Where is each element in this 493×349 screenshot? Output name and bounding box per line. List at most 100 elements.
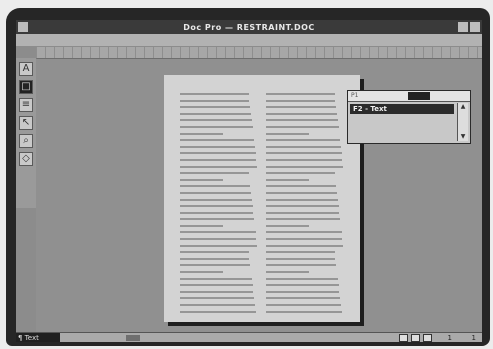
- status-bar: ¶ Text 1 1: [16, 332, 482, 342]
- palette-header: P1: [351, 92, 359, 99]
- greeked-text-line: [180, 172, 249, 175]
- greeked-text-line: [266, 264, 337, 267]
- greeked-text-line: [266, 119, 338, 122]
- greeked-text-line: [266, 284, 339, 287]
- scroll-down-icon[interactable]: ▼: [458, 133, 468, 141]
- window-title: Doc Pro — RESTRAINT.DOC: [183, 22, 315, 32]
- greeked-text-line: [266, 290, 340, 293]
- maximize-button[interactable]: [470, 22, 480, 32]
- greeked-text-line: [180, 310, 256, 313]
- greeked-text-line: [266, 238, 343, 241]
- greeked-text-line: [266, 99, 336, 102]
- greeked-text-line: [180, 264, 251, 267]
- greeked-text-line: [180, 178, 223, 181]
- greeked-text-line: [266, 145, 341, 148]
- greeked-text-line: [266, 244, 344, 247]
- monitor-bezel: Doc Pro — RESTRAINT.DOC A □ ≡ ↖ ⌕ ◇ P1 F…: [6, 8, 490, 346]
- page-next-icon[interactable]: [423, 334, 432, 342]
- greeked-text-line: [180, 244, 258, 247]
- greeked-text-line: [180, 152, 256, 155]
- pointer-tool-icon[interactable]: ↖: [19, 116, 33, 130]
- greeked-text-line: [266, 224, 309, 227]
- horizontal-ruler: [36, 47, 482, 59]
- greeked-text-line: [266, 310, 342, 313]
- menu-bar: [16, 34, 482, 46]
- greeked-text-line: [266, 106, 337, 109]
- title-bar: Doc Pro — RESTRAINT.DOC: [16, 20, 482, 34]
- greeked-text-line: [266, 165, 344, 168]
- greeked-text-line: [266, 172, 335, 175]
- palette-item-text[interactable]: F2 - Text: [350, 104, 454, 114]
- text-tool-icon[interactable]: A: [19, 62, 33, 76]
- greeked-text-line: [180, 257, 250, 260]
- frame-tool-icon[interactable]: □: [19, 80, 33, 94]
- greeked-text-line: [180, 132, 223, 135]
- greeked-text-line: [266, 257, 336, 260]
- greeked-text-line: [180, 218, 255, 221]
- greeked-text-line: [266, 152, 342, 155]
- greeked-text-line: [180, 211, 254, 214]
- greeked-text-line: [180, 304, 255, 306]
- palette-title-bar[interactable]: P1: [348, 91, 470, 102]
- greeked-text-line: [266, 211, 340, 214]
- greeked-text-line: [180, 271, 223, 274]
- text-column-left: [180, 93, 258, 317]
- greeked-text-line: [266, 125, 339, 128]
- greeked-text-line: [266, 158, 343, 161]
- greeked-text-line: [180, 191, 251, 194]
- greeked-text-line: [266, 304, 341, 306]
- status-indicator: [126, 335, 140, 341]
- style-palette: P1 F2 - Text ▲ ▼: [347, 90, 471, 144]
- greeked-text-line: [180, 158, 257, 161]
- greeked-text-line: [266, 198, 338, 201]
- greeked-text-line: [266, 205, 339, 208]
- greeked-text-line: [266, 231, 342, 234]
- greeked-text-line: [180, 284, 253, 287]
- greeked-text-line: [180, 290, 254, 293]
- greeked-text-line: [180, 205, 253, 208]
- greeked-text-line: [266, 185, 337, 188]
- greeked-text-line: [266, 277, 338, 280]
- zoom-tool-icon[interactable]: ⌕: [19, 134, 33, 148]
- greeked-text-line: [180, 93, 249, 95]
- page-total: 1: [471, 334, 476, 342]
- page-first-icon[interactable]: [399, 334, 408, 342]
- greeked-text-line: [266, 93, 335, 95]
- greeked-text-line: [266, 191, 337, 194]
- greeked-text-line: [266, 271, 309, 274]
- palette-selection-indicator: [408, 92, 430, 100]
- greeked-text-line: [266, 178, 309, 181]
- page-number: 1: [447, 334, 452, 342]
- photo-background: Doc Pro — RESTRAINT.DOC A □ ≡ ↖ ⌕ ◇ P1 F…: [0, 0, 493, 349]
- greeked-text-line: [266, 112, 337, 115]
- greeked-text-line: [180, 119, 252, 122]
- greeked-text-line: [180, 106, 251, 109]
- minimize-button[interactable]: [458, 22, 468, 32]
- page-prev-icon[interactable]: [411, 334, 420, 342]
- system-menu-button[interactable]: [18, 22, 28, 32]
- current-style-box[interactable]: ¶ Text: [16, 333, 60, 342]
- greeked-text-line: [266, 132, 309, 135]
- greeked-text-line: [180, 224, 223, 227]
- greeked-text-line: [180, 112, 251, 115]
- greeked-text-line: [180, 277, 252, 280]
- document-page[interactable]: [164, 75, 360, 322]
- greeked-text-line: [180, 251, 249, 254]
- greeked-text-line: [180, 185, 251, 188]
- toolbox: A □ ≡ ↖ ⌕ ◇: [16, 58, 37, 208]
- scroll-up-icon[interactable]: ▲: [458, 103, 468, 111]
- palette-scrollbar[interactable]: ▲ ▼: [457, 103, 468, 141]
- greeked-text-line: [180, 297, 255, 300]
- greeked-text-line: [266, 297, 341, 300]
- greeked-text-line: [180, 99, 250, 102]
- greeked-text-line: [180, 198, 252, 201]
- text-column-right: [266, 93, 344, 317]
- paragraph-tool-icon[interactable]: ≡: [19, 98, 33, 112]
- greeked-text-line: [180, 231, 256, 234]
- greeked-text-line: [266, 139, 341, 142]
- graphics-tool-icon[interactable]: ◇: [19, 152, 33, 166]
- greeked-text-line: [180, 145, 255, 148]
- greeked-text-line: [180, 165, 258, 168]
- greeked-text-line: [266, 251, 335, 254]
- greeked-text-line: [180, 238, 257, 241]
